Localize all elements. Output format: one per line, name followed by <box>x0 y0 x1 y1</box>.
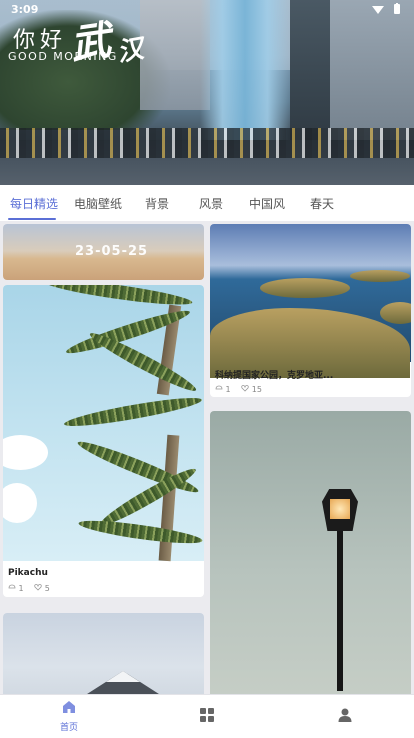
home-icon <box>63 701 75 713</box>
tab-desktop-wallpaper[interactable]: 电脑壁纸 <box>74 195 122 212</box>
wallpaper-card-pikachu[interactable]: Pikachu 1 5 <box>3 285 204 597</box>
palm-frond <box>86 327 200 397</box>
greeting-english: GOOD MORNING <box>8 50 118 63</box>
wallpaper-card-mountain[interactable] <box>3 613 204 694</box>
palm-frond <box>77 516 204 548</box>
wallpaper-stats: 1 15 <box>215 384 270 394</box>
tab-chinese-style[interactable]: 中国风 <box>249 195 285 212</box>
wallpaper-feed[interactable]: 23-05-25 Pikachu 1 5 科纳提国家公园，克罗地亚... 1 1… <box>0 221 414 694</box>
heart-icon <box>241 385 249 392</box>
wallpaper-card-lamp[interactable] <box>210 411 411 694</box>
download-stat: 1 <box>215 385 233 394</box>
date-overlay: 23-05-25 <box>75 244 149 259</box>
wallpaper-card-desert[interactable]: 23-05-25 <box>3 224 204 280</box>
wallpaper-title: 科纳提国家公园，克罗地亚... <box>215 371 334 381</box>
nav-profile[interactable] <box>325 699 365 727</box>
cloud-download-icon <box>215 385 223 390</box>
category-tabs: 每日精选 电脑壁纸 背景 风景 中国风 春天 <box>0 185 414 221</box>
island <box>260 278 350 298</box>
like-count: 15 <box>251 385 262 394</box>
bottom-navigation: 首页 <box>0 694 414 738</box>
wallpaper-image <box>3 613 204 694</box>
tab-scenery[interactable]: 风景 <box>199 195 223 212</box>
heart-icon <box>34 584 42 591</box>
status-time: 3:09 <box>11 3 39 16</box>
user-icon <box>338 708 352 722</box>
wifi-battery-icon <box>372 3 400 14</box>
cloud <box>3 435 48 470</box>
nav-home-label: 首页 <box>59 723 78 733</box>
wallpaper-image <box>210 224 411 378</box>
cloud <box>3 483 37 523</box>
palm-frond <box>62 392 204 432</box>
lamp-glow <box>330 499 350 519</box>
status-icons <box>370 3 404 18</box>
palm-frond <box>75 436 201 498</box>
download-count: 1 <box>18 584 24 593</box>
lamp-pole <box>337 531 343 691</box>
tab-spring[interactable]: 春天 <box>310 195 334 212</box>
like-stat[interactable]: 5 <box>34 584 50 593</box>
grid-icon <box>200 708 214 722</box>
like-count: 5 <box>44 584 50 593</box>
island <box>380 302 411 324</box>
wallpaper-image <box>3 285 204 562</box>
snow-cap <box>106 671 140 682</box>
cloud-download-icon <box>8 584 16 589</box>
header-banner: 3:09 你好 武 汉 GOOD MORNING <box>0 0 414 185</box>
like-stat[interactable]: 15 <box>241 385 262 394</box>
island <box>350 270 410 282</box>
nav-categories[interactable] <box>187 699 227 727</box>
wallpaper-stats: 1 5 <box>8 583 58 593</box>
tab-active-indicator <box>8 218 56 220</box>
tab-daily-picks[interactable]: 每日精选 <box>10 195 58 212</box>
wallpaper-image <box>210 411 411 694</box>
tab-background[interactable]: 背景 <box>145 195 169 212</box>
nav-home[interactable]: 首页 <box>49 699 89 733</box>
download-stat: 1 <box>8 584 26 593</box>
wallpaper-card-kornati[interactable]: 科纳提国家公园，克罗地亚... 1 15 <box>210 224 411 397</box>
download-count: 1 <box>225 385 231 394</box>
banner-crowd <box>0 128 414 158</box>
wallpaper-title: Pikachu <box>8 568 48 578</box>
